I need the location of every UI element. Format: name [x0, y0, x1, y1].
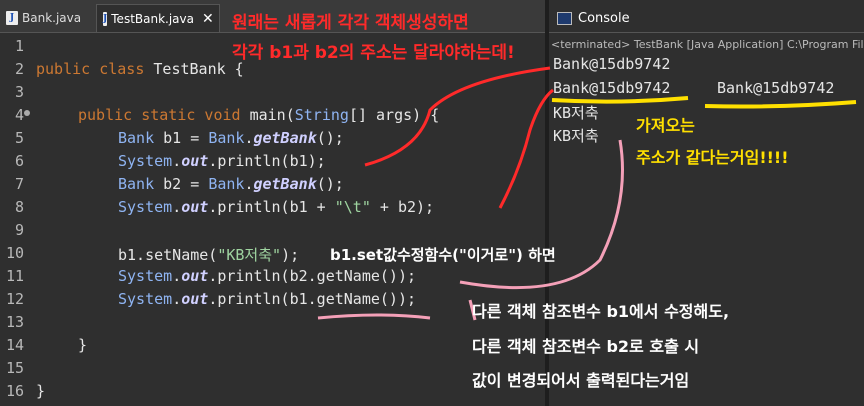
red-arrow — [364, 66, 551, 167]
red-arrow — [498, 88, 554, 209]
highlight-underline — [551, 96, 689, 104]
pink-bracket — [317, 313, 431, 320]
annotation-same1: 가져오는 — [636, 116, 695, 135]
annotation-bottom1: 다른 객체 참조변수 b1에서 수정해도, — [472, 302, 730, 321]
pink-bracket — [459, 139, 624, 290]
annotation-bottom3: 값이 변경되어서 출력된다는거임 — [472, 371, 690, 390]
annotation-setname: b1.set값수정함수("이거로") 하면 — [330, 246, 556, 264]
annotation-same2: 주소가 같다는거임!!!! — [636, 148, 789, 167]
annotation-top2: 각각 b1과 b2의 주소는 달라야하는데! — [232, 43, 515, 63]
highlight-underline — [704, 100, 857, 109]
annotation-top1: 원래는 새롭게 각각 객체생성하면 — [232, 13, 469, 33]
annotation-bottom2: 다른 객체 참조변수 b2로 호출 시 — [472, 337, 700, 356]
